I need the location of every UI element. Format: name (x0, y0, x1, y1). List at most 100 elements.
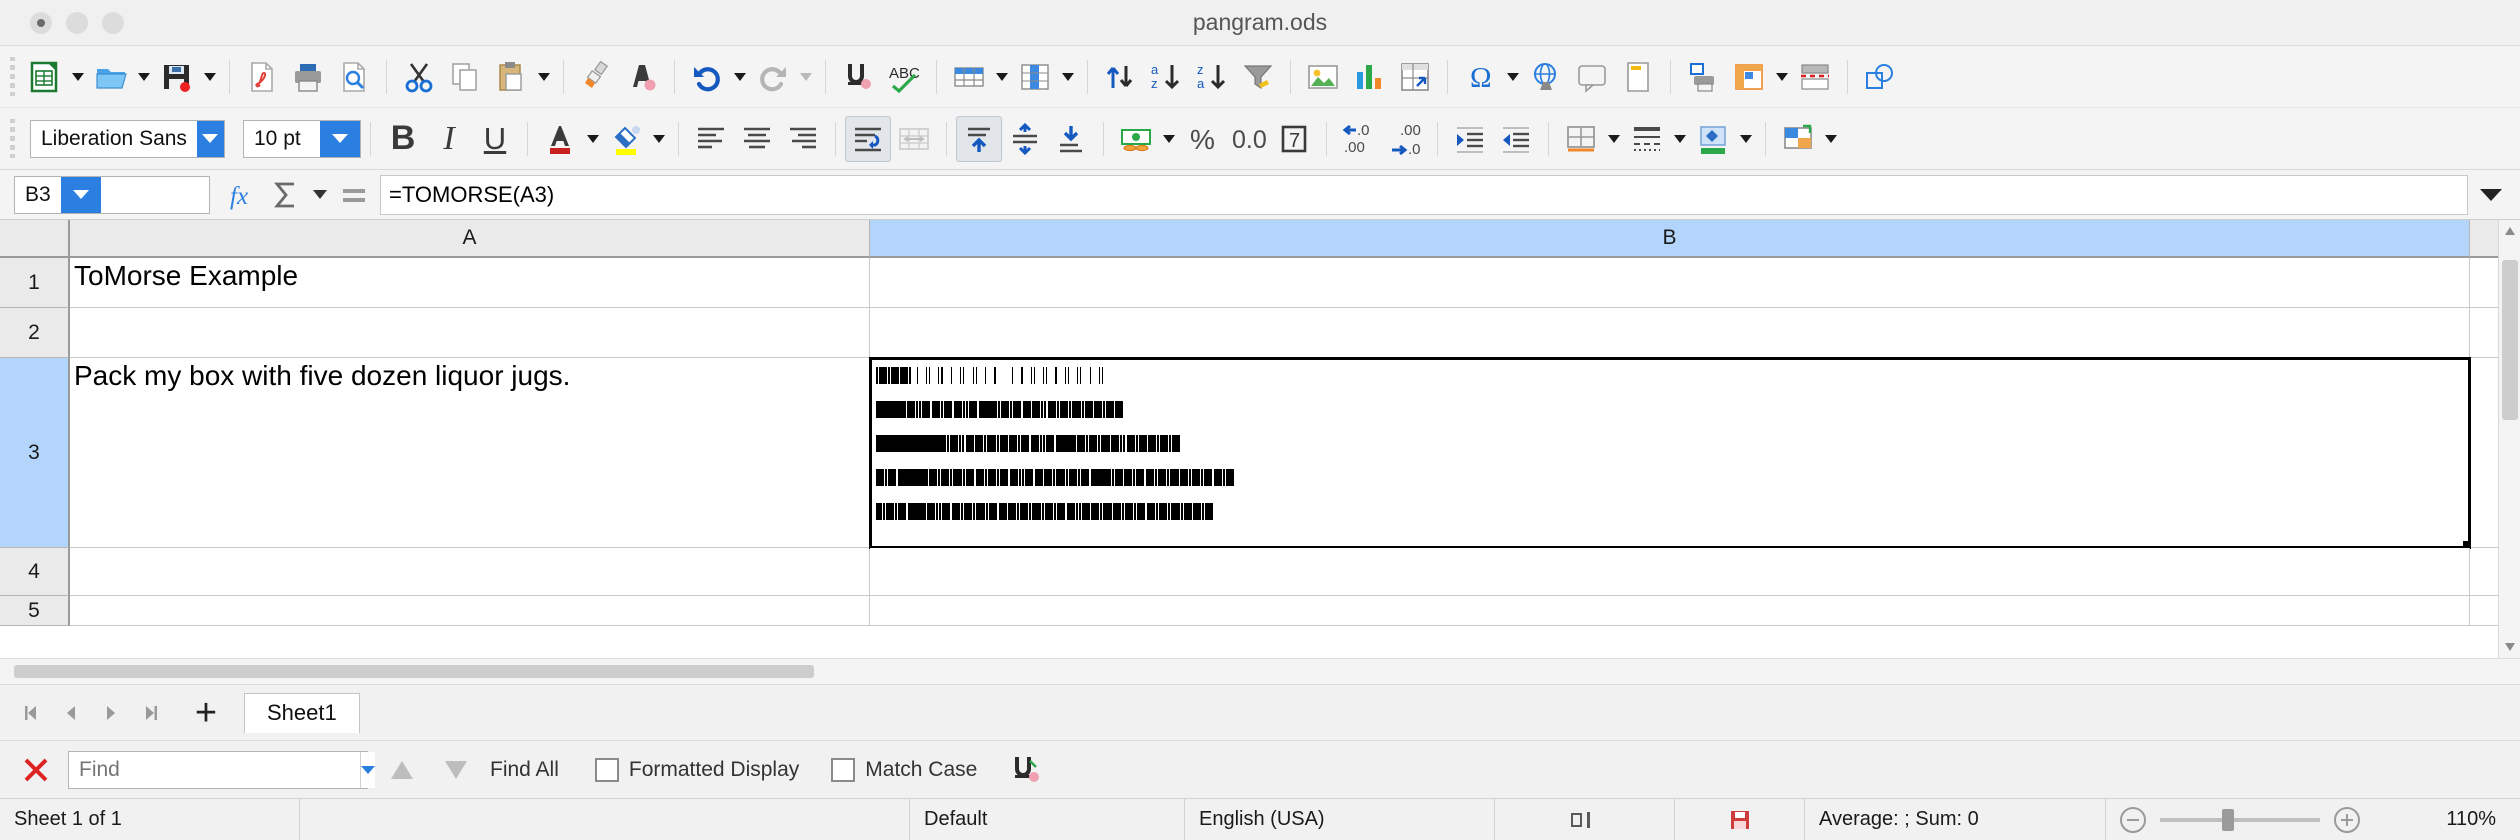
font-color-icon[interactable] (537, 116, 583, 162)
font-name-dropdown-button[interactable] (196, 120, 224, 157)
font-size-dropdown-button[interactable] (320, 120, 360, 157)
cut-icon[interactable] (396, 54, 442, 100)
formatted-display-checkbox-wrap[interactable]: Formatted Display (594, 757, 799, 782)
zoom-slider-knob[interactable] (2222, 808, 2234, 831)
number-format-icon[interactable]: 0.0 (1225, 116, 1271, 162)
align-left-icon[interactable] (688, 116, 734, 162)
special-character-icon[interactable]: Ω (1457, 54, 1503, 100)
expand-formula-bar-caret[interactable] (2468, 175, 2514, 215)
next-sheet-icon[interactable] (94, 696, 128, 730)
paste-icon[interactable] (488, 54, 534, 100)
font-size-combo[interactable]: 10 pt (243, 119, 361, 158)
column-dropdown-caret[interactable] (1058, 54, 1078, 100)
function-wizard-icon[interactable]: fx (224, 175, 264, 215)
minimize-window-button[interactable] (66, 11, 88, 34)
zoom-out-icon[interactable] (2120, 806, 2146, 833)
borders-dropdown-caret[interactable] (1604, 116, 1624, 162)
italic-button[interactable]: I (426, 116, 472, 162)
close-window-button[interactable] (30, 11, 52, 34)
formatted-display-checkbox[interactable] (594, 757, 619, 782)
sort-descending-icon[interactable]: za (1189, 54, 1235, 100)
undo-dropdown-caret[interactable] (730, 54, 750, 100)
align-bottom-icon[interactable] (1048, 116, 1094, 162)
row-header-3[interactable]: 3 (0, 358, 70, 548)
border-style-icon[interactable] (1624, 116, 1670, 162)
borders-icon[interactable] (1558, 116, 1604, 162)
cell-b2[interactable] (870, 308, 2470, 358)
row-dropdown-caret[interactable] (992, 54, 1012, 100)
print-area-icon[interactable] (1680, 54, 1726, 100)
horizontal-scroll-thumb[interactable] (14, 665, 814, 678)
new-document-icon[interactable] (22, 54, 68, 100)
sheet-tab-sheet1[interactable]: Sheet1 (244, 692, 360, 733)
open-dropdown-caret[interactable] (134, 54, 154, 100)
scroll-down-arrow[interactable] (2499, 636, 2520, 658)
row-header-2[interactable]: 2 (0, 308, 70, 358)
name-box-dropdown-button[interactable] (60, 176, 101, 213)
language-status[interactable]: English (USA) (1185, 799, 1495, 840)
sort-ascending-icon[interactable]: az (1143, 54, 1189, 100)
add-decimal-icon[interactable]: .0.00 (1336, 116, 1382, 162)
wrap-text-icon[interactable] (845, 115, 891, 162)
row-header-4[interactable]: 4 (0, 548, 70, 596)
increase-indent-icon[interactable] (1447, 116, 1493, 162)
background-color-dropdown-caret[interactable] (1736, 116, 1756, 162)
clone-formatting-icon[interactable] (573, 54, 619, 100)
paste-dropdown-caret[interactable] (534, 54, 554, 100)
column-header-a[interactable]: A (70, 220, 870, 258)
find-input-combo[interactable] (68, 750, 375, 789)
clear-formatting-icon[interactable] (619, 54, 665, 100)
zoom-level-status[interactable]: 110% (2370, 799, 2520, 840)
percent-format-icon[interactable]: % (1179, 116, 1225, 162)
new-dropdown-caret[interactable] (68, 54, 88, 100)
document-modified-icon[interactable] (1675, 799, 1805, 840)
highlight-color-icon[interactable] (603, 116, 649, 162)
find-history-dropdown-button[interactable] (360, 751, 375, 788)
maximize-window-button[interactable] (102, 11, 124, 34)
insert-chart-icon[interactable] (1346, 54, 1392, 100)
background-color-icon[interactable] (1690, 116, 1736, 162)
print-preview-icon[interactable] (331, 54, 377, 100)
redo-dropdown-caret[interactable] (796, 54, 816, 100)
save-dropdown-caret[interactable] (200, 54, 220, 100)
row-header-5[interactable]: 5 (0, 596, 70, 626)
autofilter-icon[interactable] (1235, 54, 1281, 100)
decrease-indent-icon[interactable] (1493, 116, 1539, 162)
delete-decimal-icon[interactable]: .00.0 (1382, 116, 1428, 162)
bold-button[interactable]: B (380, 116, 426, 162)
cell-a3[interactable]: Pack my box with five dozen liquor jugs. (70, 358, 870, 548)
copy-icon[interactable] (442, 54, 488, 100)
find-and-replace-icon[interactable] (1007, 752, 1043, 788)
pivot-table-icon[interactable] (1392, 54, 1438, 100)
vertical-scroll-thumb[interactable] (2502, 260, 2518, 420)
formula-equals-icon[interactable] (334, 175, 374, 215)
add-sheet-button[interactable]: + (184, 691, 228, 735)
scroll-up-arrow[interactable] (2499, 220, 2520, 242)
border-style-dropdown-caret[interactable] (1670, 116, 1690, 162)
undo-icon[interactable] (684, 54, 730, 100)
match-case-checkbox-wrap[interactable]: Match Case (831, 757, 977, 782)
column-icon[interactable] (1012, 54, 1058, 100)
cell-a4[interactable] (70, 548, 870, 596)
toolbar-grip[interactable] (6, 56, 18, 97)
cell-a1[interactable]: ToMorse Example (70, 258, 870, 308)
row-icon[interactable] (946, 54, 992, 100)
font-name-combo[interactable]: Liberation Sans (30, 119, 225, 158)
sum-icon[interactable] (266, 175, 306, 215)
align-center-icon[interactable] (734, 116, 780, 162)
cell-a2[interactable] (70, 308, 870, 358)
freeze-dropdown-caret[interactable] (1772, 54, 1792, 100)
selection-mode-icon[interactable] (1495, 799, 1675, 840)
conditional-formatting-icon[interactable] (1775, 116, 1821, 162)
open-file-icon[interactable] (88, 54, 134, 100)
cell-b4[interactable] (870, 548, 2470, 596)
special-character-dropdown-caret[interactable] (1503, 54, 1523, 100)
page-style-status[interactable]: Default (910, 799, 1185, 840)
export-pdf-icon[interactable] (239, 54, 285, 100)
last-sheet-icon[interactable] (134, 696, 168, 730)
cell-b3[interactable] (869, 357, 2471, 549)
spelling-icon[interactable]: ABC (881, 54, 927, 100)
triangle-down-icon[interactable] (436, 750, 476, 790)
horizontal-scrollbar[interactable] (0, 658, 2520, 684)
cell-a5[interactable] (70, 596, 870, 626)
